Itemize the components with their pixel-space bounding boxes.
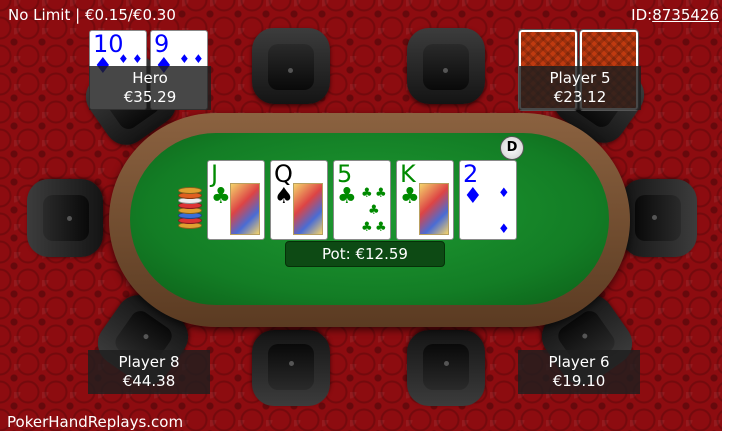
hand-id: ID:8735426 — [631, 6, 719, 24]
player-stack: €19.10 — [552, 372, 606, 390]
dealer-button: D — [500, 136, 524, 160]
seat-chair — [252, 28, 330, 104]
player-stack: €23.12 — [553, 88, 607, 106]
player-box-player8[interactable]: Player 8 €44.38 — [88, 350, 210, 394]
player-stack: €35.29 — [123, 88, 177, 106]
poker-table-scene: No Limit | €0.15/€0.30 ID:8735426 D J ♣ Q… — [0, 0, 722, 431]
player-name: Player 6 — [548, 353, 610, 371]
queen-face-art — [293, 183, 323, 235]
hand-id-link[interactable]: 8735426 — [652, 6, 719, 24]
player-stack: €44.38 — [122, 372, 176, 390]
brand-link[interactable]: PokerHandReplays.com — [7, 413, 183, 431]
player-name: Player 8 — [118, 353, 180, 371]
jack-face-art — [230, 183, 260, 235]
player-name: Player 5 — [549, 69, 611, 87]
player-box-player6[interactable]: Player 6 €19.10 — [518, 350, 640, 394]
player-box-player5[interactable]: Player 5 €23.12 — [519, 66, 641, 110]
king-face-art — [419, 183, 449, 235]
seat-chair — [621, 179, 697, 257]
board-card-3: 5 ♣ ♣ ♣ ♣ ♣ ♣ — [333, 160, 391, 240]
seat-chair — [407, 28, 485, 104]
player-box-hero[interactable]: Hero €35.29 — [89, 66, 211, 110]
hand-id-label: ID: — [631, 6, 653, 24]
pot-display: Pot: €12.59 — [285, 241, 445, 267]
chip-stack — [178, 186, 202, 230]
board-card-5: 2 ♦ ♦ ♦ — [459, 160, 517, 240]
seat-chair — [252, 330, 330, 406]
board-card-1: J ♣ — [207, 160, 265, 240]
board-card-2: Q ♠ — [270, 160, 328, 240]
seat-chair — [27, 179, 103, 257]
seat-chair — [407, 330, 485, 406]
board-card-4: K ♣ — [396, 160, 454, 240]
player-name: Hero — [132, 69, 168, 87]
game-title: No Limit | €0.15/€0.30 — [8, 6, 176, 24]
